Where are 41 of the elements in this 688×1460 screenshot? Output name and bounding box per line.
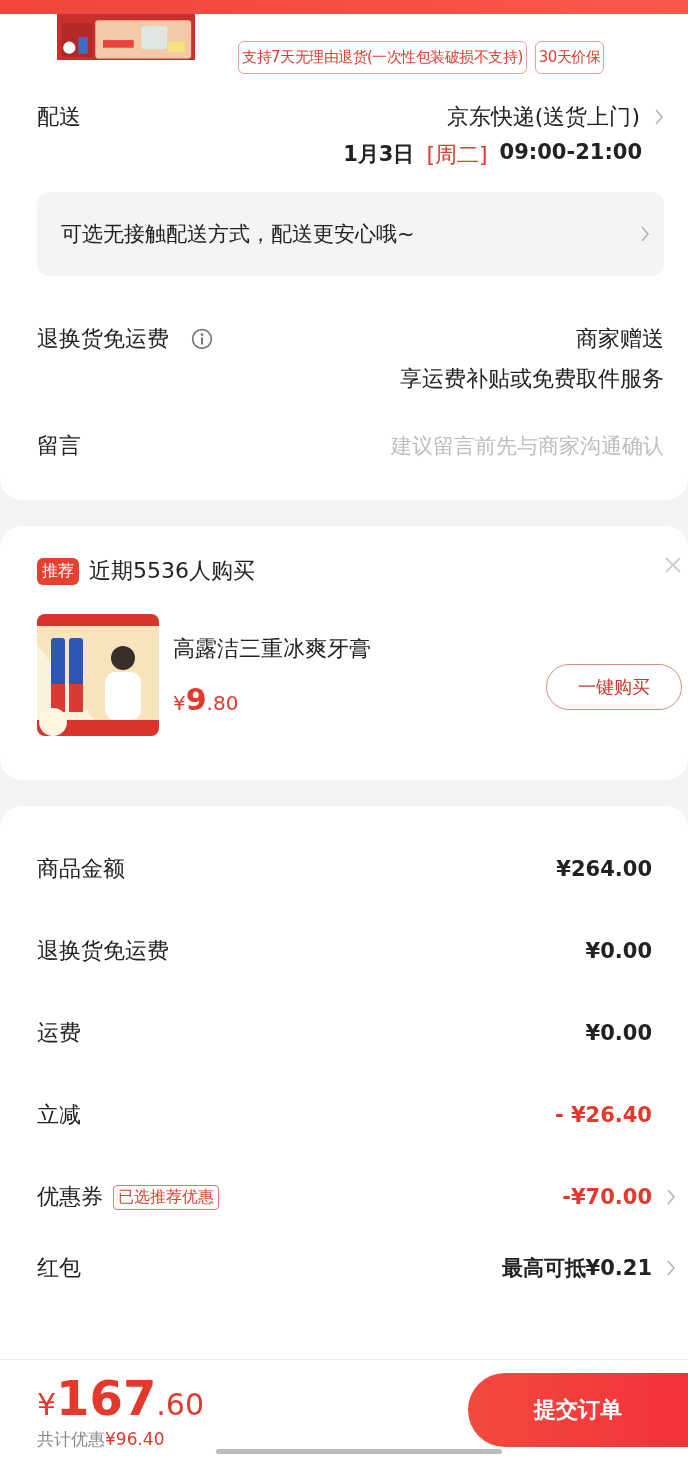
message-field[interactable]: 建议留言前先与商家沟通确认 (264, 430, 664, 462)
chevron-icon (666, 1259, 676, 1277)
summary-label: 运费 (37, 1019, 81, 1047)
submit-order-button[interactable]: 提交订单 (468, 1373, 688, 1447)
savings-text: 共计优惠¥96.40 (37, 1427, 166, 1451)
close-icon (664, 556, 682, 574)
summary-value: ¥0.00 (585, 939, 652, 963)
summary-value: ¥0.00 (585, 1021, 652, 1045)
delivery-time: 09:00-21:00 (499, 140, 642, 166)
chevron-icon (654, 108, 664, 126)
info-icon (191, 328, 213, 350)
chevron-icon (640, 225, 650, 243)
product-price: ¥9.80 (173, 681, 240, 717)
delivery-method: 京东快递(送货上门) (446, 103, 640, 131)
total-price: ¥167.60 (37, 1369, 204, 1426)
coupon-tag: 已选推荐优惠 (113, 1184, 219, 1210)
return-shipping-value: 商家赠送 (576, 325, 664, 353)
delivery-date: 1月3日 (343, 141, 415, 168)
message-label: 留言 (37, 432, 81, 460)
recommend-title: 近期5536人购买 (89, 557, 256, 585)
product-name: 高露洁三重冰爽牙膏 (173, 634, 372, 663)
return-shipping-label: 退换货免运费 (37, 325, 169, 353)
summary-value: 最高可抵¥0.21 (501, 1255, 652, 1282)
summary-label: 优惠券 (37, 1183, 103, 1211)
delivery-label: 配送 (37, 103, 81, 131)
summary-value: ¥264.00 (556, 857, 652, 881)
delivery-weekday: [周二] (426, 141, 488, 169)
service-tag: 支持7天无理由退货(一次性包装破损不支持) (238, 41, 527, 74)
return-shipping-detail: 享运费补贴或免费取件服务 (400, 365, 664, 393)
notice-text: 可选无接触配送方式，配送更安心哦~ (61, 221, 415, 248)
summary-label: 退换货免运费 (37, 937, 169, 965)
buy-now-button[interactable]: 一键购买 (546, 664, 682, 710)
summary-value: - ¥26.40 (554, 1103, 652, 1127)
chevron-icon (666, 1188, 676, 1206)
service-tag: 30天价保 (534, 41, 605, 74)
summary-label: 商品金额 (37, 855, 125, 883)
recommend-badge: 推荐 (37, 557, 79, 585)
contactless-notice[interactable]: 可选无接触配送方式，配送更安心哦~ (37, 192, 664, 276)
summary-label: 红包 (37, 1254, 81, 1282)
summary-label: 立减 (37, 1101, 81, 1129)
summary-value: -¥70.00 (562, 1185, 652, 1209)
